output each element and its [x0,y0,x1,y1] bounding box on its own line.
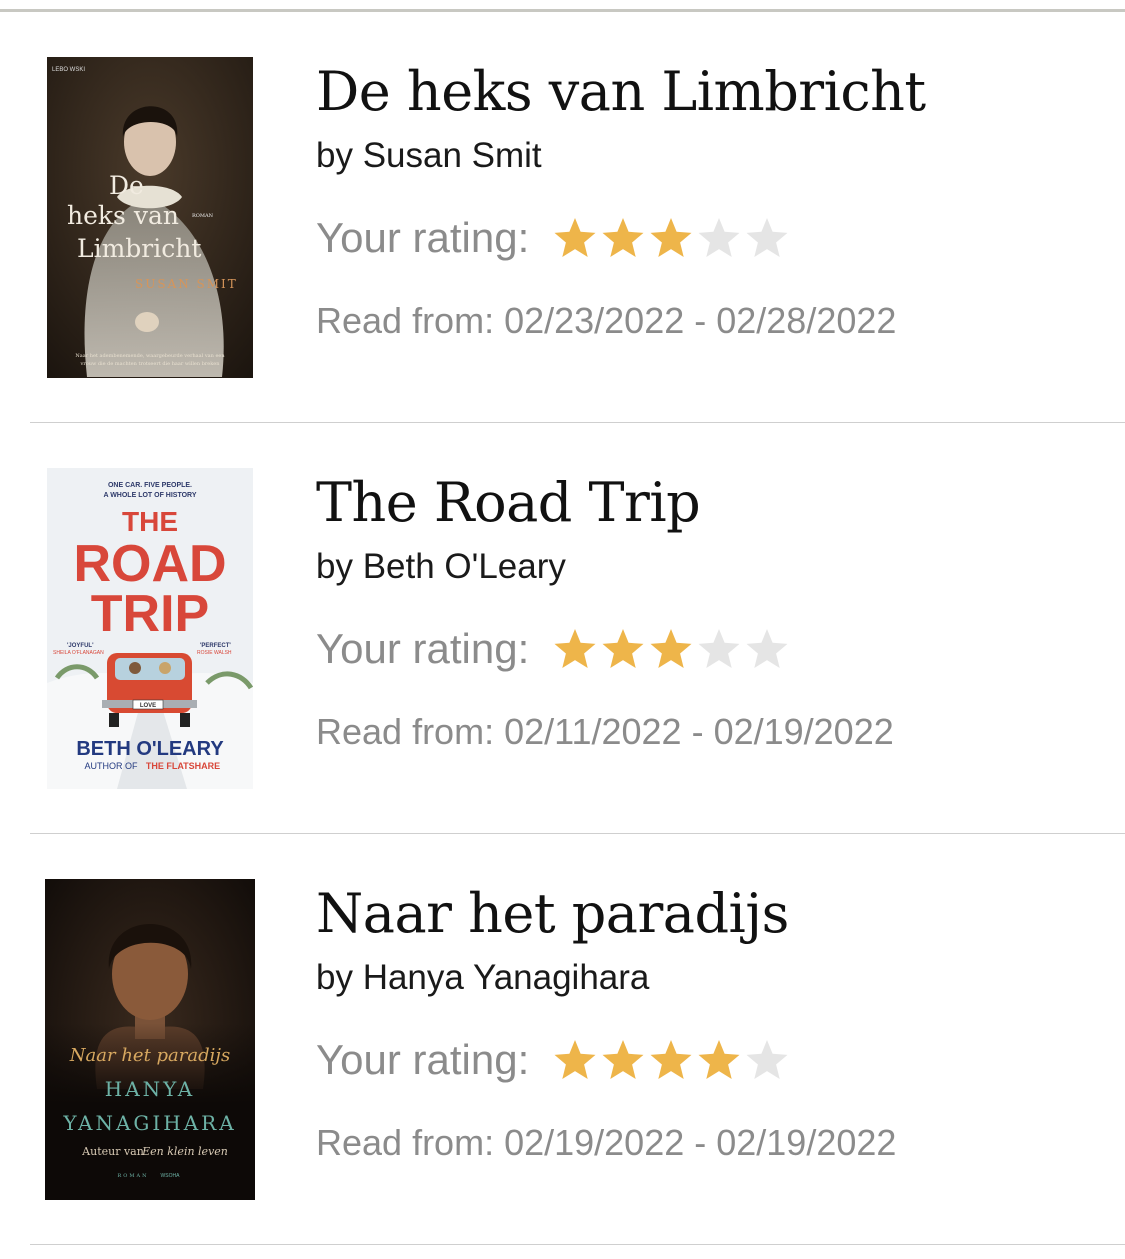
star-filled-icon[interactable] [696,1037,742,1083]
star-filled-icon[interactable] [600,626,646,672]
cover-quote-left: 'JOYFUL' [67,643,94,649]
star-empty-icon[interactable] [696,215,742,261]
cover-art-paradijs: Naar het paradijs HANYA YANAGIHARA Auteu… [45,879,255,1200]
book-title[interactable]: Naar het paradijs [316,882,789,945]
cover-title-line: THE [122,506,178,537]
cover-title-line: heks van [67,201,179,230]
book-cover[interactable]: Naar het paradijs HANYA YANAGIHARA Auteu… [45,879,255,1200]
star-filled-icon[interactable] [552,626,598,672]
book-title[interactable]: The Road Trip [316,471,701,534]
cover-title-line: De [109,171,144,200]
car-plate: LOVE [140,703,156,709]
top-divider [0,0,1125,12]
star-rating[interactable] [552,626,790,672]
cover-byline-prefix: Auteur van [81,1145,144,1158]
read-dates: Read from: 02/19/2022 - 02/19/2022 [316,1122,897,1163]
star-empty-icon[interactable] [744,1037,790,1083]
book-cover[interactable]: LEBO WSKI De heks van Limbricht ROMAN SU… [47,57,253,378]
star-empty-icon[interactable] [744,215,790,261]
cover-art-road-trip: ONE CAR. FIVE PEOPLE. A WHOLE LOT OF HIS… [47,468,253,789]
star-filled-icon[interactable] [648,1037,694,1083]
rating-label: Your rating: [316,214,530,261]
cover-publisher: LEBO WSKI [52,67,85,73]
cover-quote-right-source: ROSIE WALSH [197,650,232,656]
cover-author-last: YANAGIHARA [62,1111,236,1135]
read-dates: Read from: 02/23/2022 - 02/28/2022 [316,300,897,341]
cover-blurb-line: vrouw die de machten trotseert die haar … [80,361,221,367]
book-author[interactable]: by Susan Smit [316,136,542,176]
cover-publisher: WSOHA [161,1173,181,1179]
read-dates: Read from: 02/11/2022 - 02/19/2022 [316,711,894,752]
star-filled-icon[interactable] [648,626,694,672]
star-filled-icon[interactable] [600,215,646,261]
cover-blurb-line: Naar het adembenemende, waargebeurde ver… [75,353,225,359]
cover-author: SUSAN SMIT [135,277,238,291]
cover-genre: ROMAN [118,1173,149,1179]
cover-author-first: HANYA [105,1077,195,1101]
cover-title: Naar het paradijs [69,1045,230,1066]
star-filled-icon[interactable] [552,215,598,261]
book-list-item[interactable]: ONE CAR. FIVE PEOPLE. A WHOLE LOT OF HIS… [0,423,1125,834]
book-list-item[interactable]: Naar het paradijs HANYA YANAGIHARA Auteu… [0,834,1125,1245]
star-rating[interactable] [552,1037,790,1083]
cover-author-of: AUTHOR OF [85,761,139,771]
cover-byline-title: Een klein leven [141,1145,228,1158]
cover-quote-left-source: SHEILA O'FLANAGAN [53,650,104,656]
cover-art-heks: LEBO WSKI De heks van Limbricht ROMAN SU… [47,57,253,378]
cover-tagline-line: A WHOLE LOT OF HISTORY [103,492,196,499]
cover-other-title: THE FLATSHARE [146,761,220,771]
star-empty-icon[interactable] [696,626,742,672]
book-title[interactable]: De heks van Limbricht [316,60,926,123]
row-divider [30,1244,1125,1245]
cover-title-line: TRIP [91,585,209,643]
star-filled-icon[interactable] [648,215,694,261]
star-filled-icon[interactable] [600,1037,646,1083]
star-empty-icon[interactable] [744,626,790,672]
cover-genre: ROMAN [192,213,214,219]
book-list-item[interactable]: LEBO WSKI De heks van Limbricht ROMAN SU… [0,12,1125,423]
rating-label: Your rating: [316,625,530,672]
cover-quote-right: 'PERFECT' [200,643,231,649]
rating-label: Your rating: [316,1036,530,1083]
cover-title-line: Limbricht [77,234,201,263]
star-filled-icon[interactable] [552,1037,598,1083]
cover-author: BETH O'LEARY [76,738,224,760]
cover-tagline-line: ONE CAR. FIVE PEOPLE. [108,482,192,489]
star-rating[interactable] [552,215,790,261]
book-author[interactable]: by Beth O'Leary [316,547,566,587]
book-author[interactable]: by Hanya Yanagihara [316,958,649,998]
book-cover[interactable]: ONE CAR. FIVE PEOPLE. A WHOLE LOT OF HIS… [47,468,253,789]
